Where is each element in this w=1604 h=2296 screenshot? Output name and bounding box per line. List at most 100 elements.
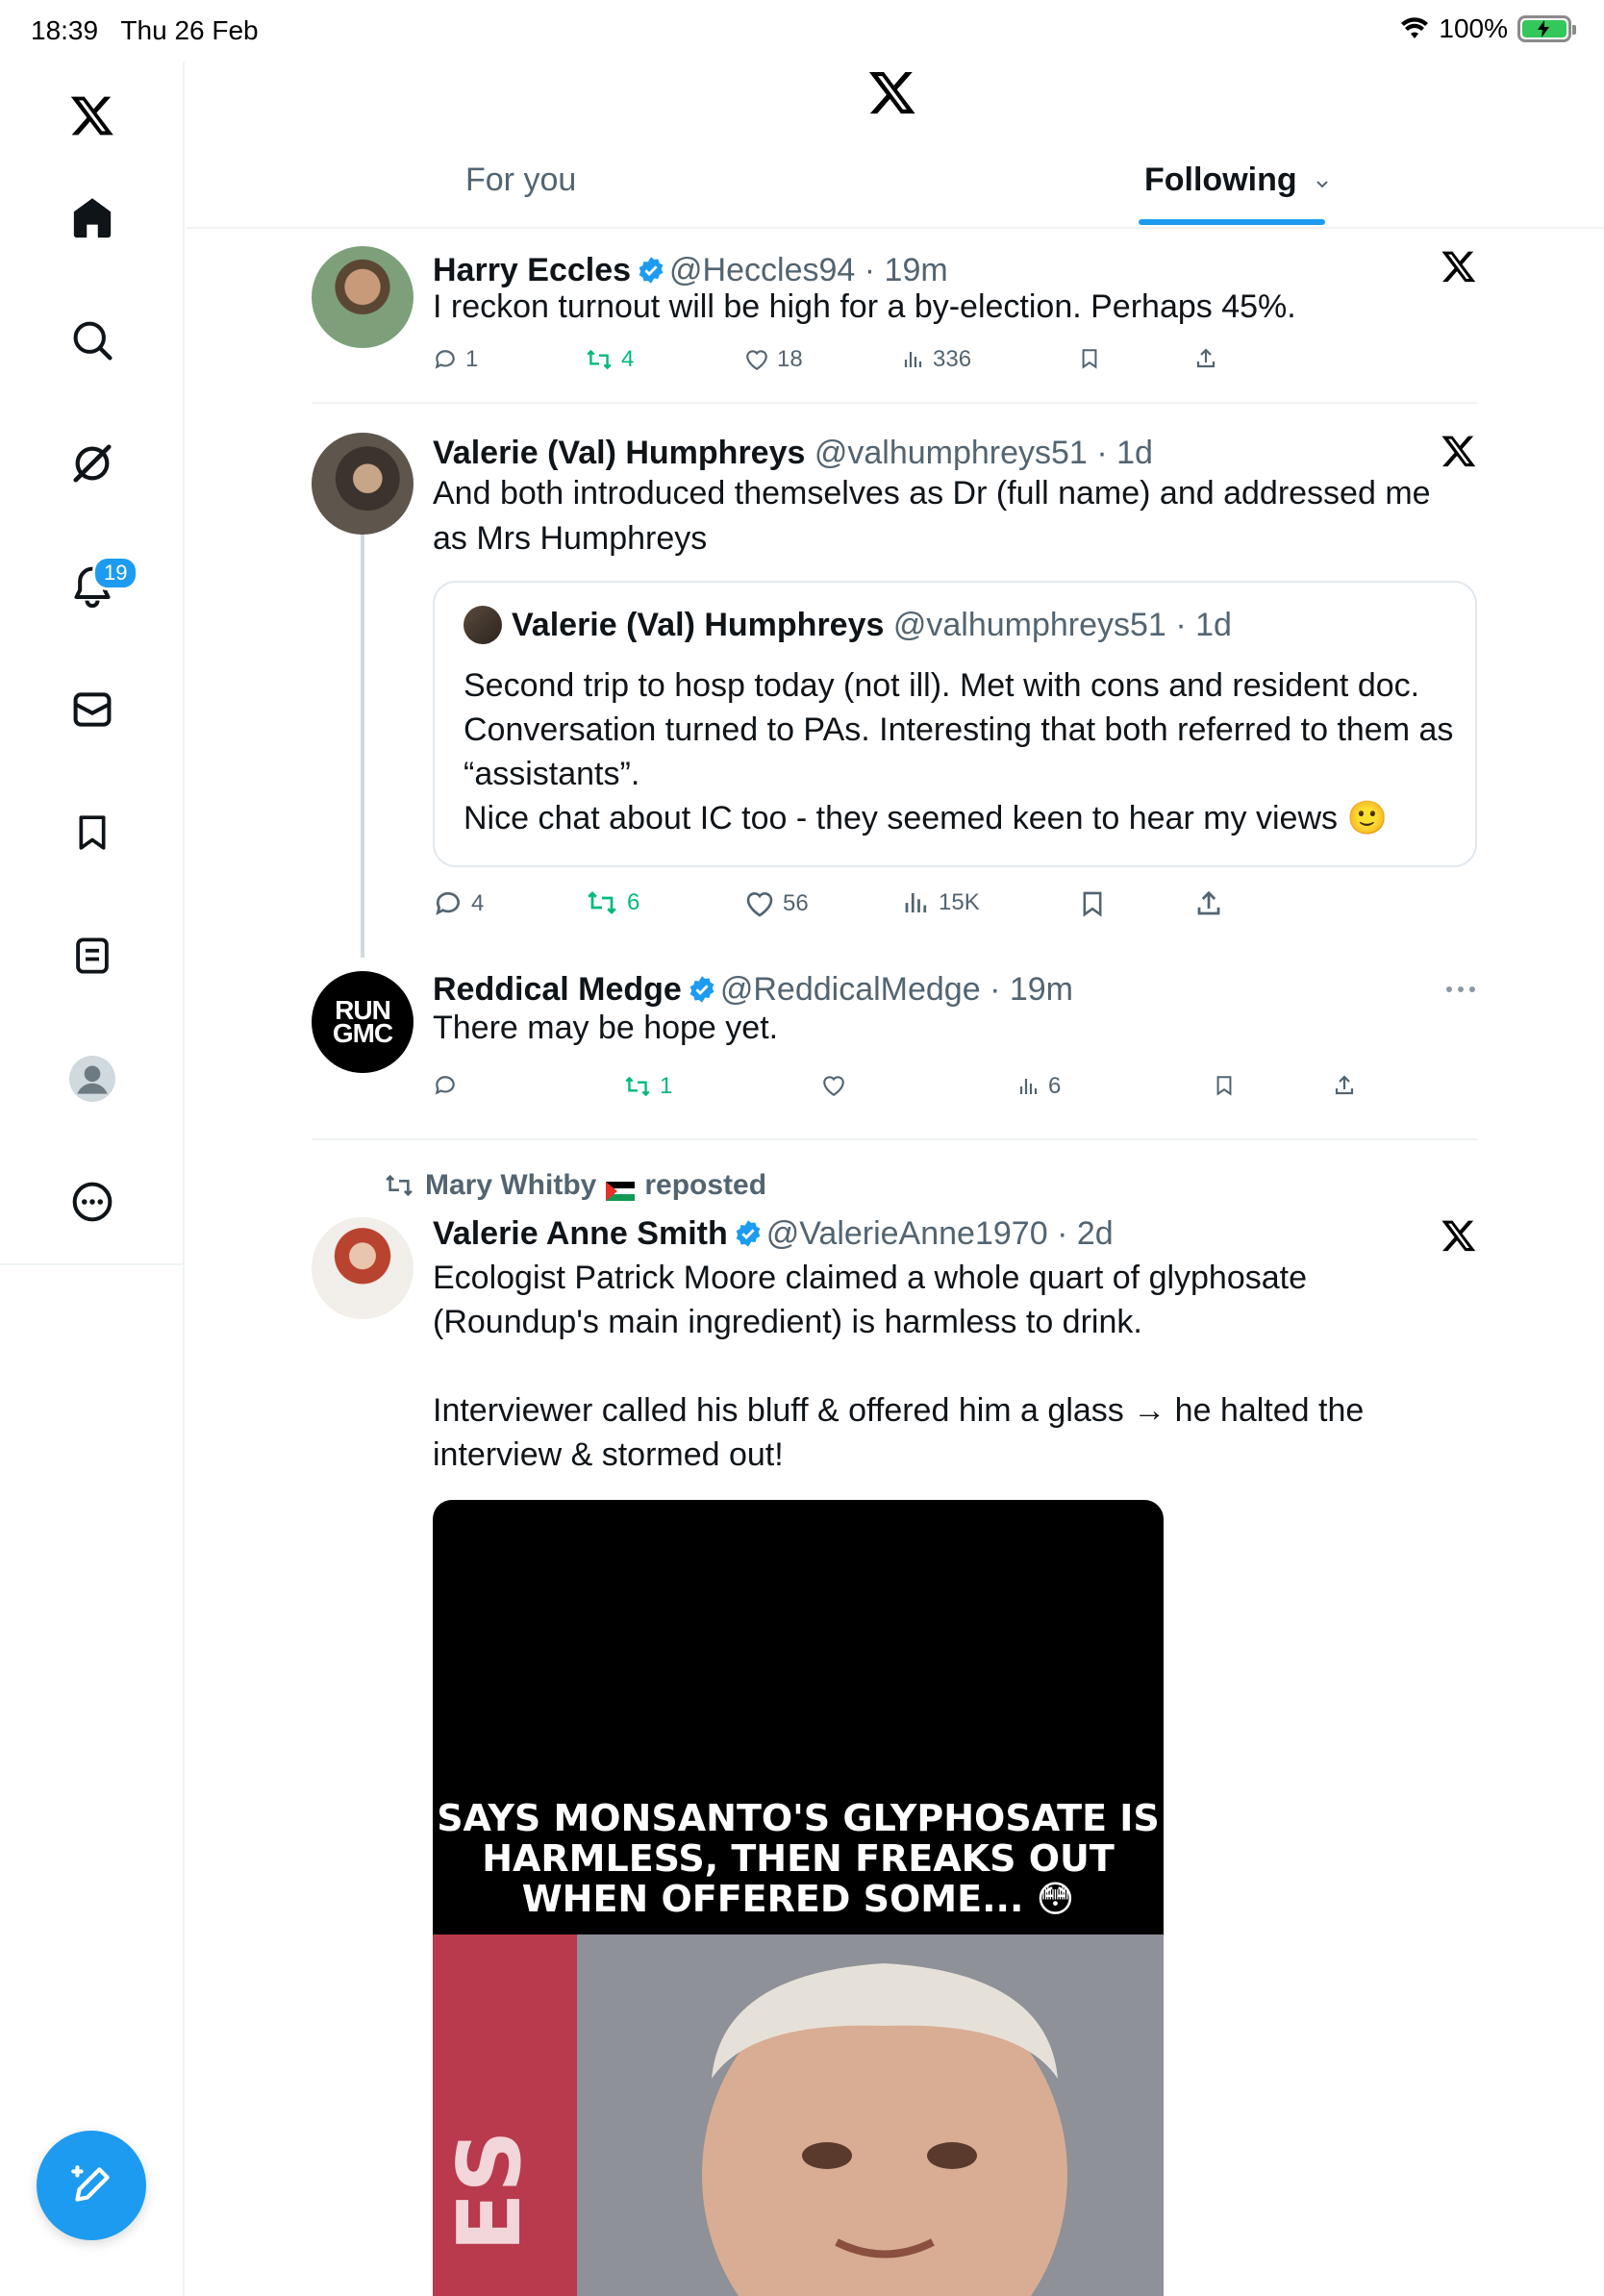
messages-icon[interactable] bbox=[54, 671, 131, 748]
search-icon[interactable] bbox=[54, 302, 131, 379]
author-handle[interactable]: @valhumphreys51 bbox=[815, 435, 1088, 471]
reply-button[interactable]: 4 bbox=[433, 888, 484, 919]
battery-percent: 100% bbox=[1439, 13, 1508, 43]
reply-button[interactable] bbox=[433, 1073, 458, 1098]
bookmark-button[interactable] bbox=[1214, 1073, 1235, 1098]
tweet-actions: 1 6 bbox=[433, 1073, 1394, 1111]
views-icon bbox=[1019, 1079, 1038, 1094]
palestine-flag-icon bbox=[606, 1176, 636, 1201]
repost-icon bbox=[588, 891, 616, 914]
like-button[interactable] bbox=[821, 1073, 846, 1098]
bookmark-button[interactable] bbox=[1079, 346, 1100, 371]
author-name[interactable]: Harry Eccles bbox=[433, 252, 631, 288]
compose-button[interactable] bbox=[37, 2131, 146, 2240]
tweet-text: I reckon turnout will be high for a by-e… bbox=[433, 288, 1296, 325]
bookmark-icon bbox=[1083, 891, 1102, 917]
battery-icon bbox=[1517, 15, 1576, 42]
like-button[interactable]: 18 bbox=[744, 346, 803, 373]
views-button[interactable]: 15K bbox=[902, 888, 980, 917]
repost-button[interactable]: 4 bbox=[585, 346, 634, 373]
repost-context: Mary Whitby reposted bbox=[383, 1169, 766, 1202]
reply-icon bbox=[435, 350, 455, 369]
repost-icon bbox=[587, 349, 612, 370]
quoted-tweet-text: Second trip to hosp today (not ill). Met… bbox=[464, 667, 1454, 836]
status-bar: 18:39 Thu 26 Feb 100% bbox=[0, 0, 1604, 62]
notifications-icon[interactable]: 19 bbox=[54, 548, 139, 625]
chevron-down-icon bbox=[1316, 181, 1328, 188]
bookmarks-icon[interactable] bbox=[54, 794, 131, 871]
tweet[interactable]: RUN GMC Reddical Medge @ReddicalMedge · 1… bbox=[312, 971, 1477, 1125]
more-icon[interactable] bbox=[54, 1163, 131, 1240]
tweet-header: Valerie Anne Smith @ValerieAnne1970 · 2d bbox=[433, 1215, 1114, 1253]
reply-icon bbox=[435, 1076, 455, 1095]
x-logo-icon[interactable] bbox=[54, 77, 131, 154]
home-icon[interactable] bbox=[54, 179, 131, 256]
quoted-tweet-time: · 1d bbox=[1175, 606, 1232, 643]
repost-button[interactable]: 1 bbox=[623, 1073, 672, 1100]
tweet-header: Reddical Medge @ReddicalMedge · 19m bbox=[433, 971, 1073, 1009]
views-button[interactable]: 6 bbox=[1017, 1073, 1061, 1100]
author-handle[interactable]: @ValerieAnne1970 bbox=[766, 1215, 1048, 1252]
tweet-header: Valerie (Val) Humphreys @valhumphreys51 … bbox=[433, 435, 1153, 472]
tweet-text: And both introduced themselves as Dr (fu… bbox=[433, 475, 1431, 557]
wifi-icon bbox=[1401, 17, 1429, 38]
share-button[interactable] bbox=[1194, 346, 1217, 371]
x-logo-icon[interactable] bbox=[1441, 248, 1477, 285]
x-header-logo-icon bbox=[867, 67, 917, 122]
avatar[interactable] bbox=[312, 246, 414, 348]
reposted-label: reposted bbox=[644, 1169, 767, 1201]
x-logo-icon[interactable] bbox=[1441, 433, 1477, 469]
tab-following[interactable]: Following bbox=[1144, 162, 1331, 199]
quoted-tweet[interactable]: Valerie (Val) Humphreys @valhumphreys51 … bbox=[433, 581, 1477, 867]
tweet-actions: 1 4 18 336 bbox=[433, 346, 1394, 385]
tweet-time[interactable]: · 1d bbox=[1096, 435, 1153, 471]
views-button[interactable]: 336 bbox=[902, 346, 971, 373]
lists-icon[interactable] bbox=[54, 917, 131, 994]
share-button[interactable] bbox=[1194, 888, 1223, 919]
tweet[interactable]: Valerie (Val) Humphreys @valhumphreys51 … bbox=[312, 433, 1477, 933]
tab-following-label: Following bbox=[1144, 162, 1297, 198]
repost-button[interactable]: 6 bbox=[585, 888, 639, 917]
profile-avatar-icon[interactable] bbox=[54, 1040, 131, 1117]
like-button[interactable]: 56 bbox=[744, 888, 809, 919]
more-options-icon[interactable] bbox=[1444, 985, 1477, 994]
reply-count: 4 bbox=[471, 890, 485, 916]
avatar[interactable] bbox=[312, 433, 414, 535]
notifications-badge: 19 bbox=[92, 556, 139, 590]
tweet-video[interactable]: SAYS MONSANTO'S GLYPHOSATE IS HARMLESS, … bbox=[433, 1500, 1164, 2296]
quoted-avatar bbox=[464, 606, 502, 644]
reply-button[interactable]: 1 bbox=[433, 346, 478, 373]
grok-icon[interactable] bbox=[54, 425, 131, 502]
verified-badge-icon bbox=[736, 1220, 761, 1247]
share-button[interactable] bbox=[1333, 1073, 1356, 1098]
reposted-by-name[interactable]: Mary Whitby bbox=[425, 1169, 596, 1202]
sidebar-divider bbox=[0, 1263, 185, 1265]
bookmark-button[interactable] bbox=[1079, 888, 1106, 919]
tweet-time[interactable]: · 19m bbox=[865, 252, 948, 288]
avatar[interactable]: RUN GMC bbox=[312, 971, 414, 1073]
tweet-text: Ecologist Patrick Moore claimed a whole … bbox=[433, 1260, 1365, 1473]
repost-icon bbox=[386, 1174, 413, 1197]
avatar[interactable] bbox=[312, 1217, 414, 1319]
author-name[interactable]: Valerie Anne Smith bbox=[433, 1215, 728, 1252]
author-name[interactable]: Valerie (Val) Humphreys bbox=[433, 435, 805, 471]
quoted-author-handle: @valhumphreys51 bbox=[892, 606, 1166, 643]
share-icon bbox=[1335, 1075, 1354, 1095]
verified-badge-icon bbox=[689, 976, 714, 1003]
author-name[interactable]: Reddical Medge bbox=[433, 971, 682, 1008]
bookmark-icon bbox=[1216, 1076, 1232, 1096]
view-count: 336 bbox=[933, 346, 972, 372]
tab-for-you[interactable]: For you bbox=[465, 162, 576, 199]
tweet-time[interactable]: · 19m bbox=[990, 971, 1073, 1008]
timeline-header: For you Following bbox=[187, 62, 1604, 229]
tweet[interactable]: Harry Eccles @Heccles94 · 19m I reckon tu… bbox=[312, 246, 1477, 400]
x-logo-icon[interactable] bbox=[1441, 1217, 1477, 1254]
tweet-divider bbox=[312, 402, 1477, 404]
tweet-actions: 4 6 56 15K bbox=[433, 888, 1394, 931]
views-icon bbox=[904, 352, 922, 367]
author-handle[interactable]: @Heccles94 bbox=[669, 252, 855, 288]
share-icon bbox=[1197, 890, 1220, 915]
tweet-time[interactable]: · 2d bbox=[1057, 1215, 1114, 1252]
repost-count: 1 bbox=[660, 1073, 673, 1099]
author-handle[interactable]: @ReddicalMedge bbox=[720, 971, 981, 1008]
